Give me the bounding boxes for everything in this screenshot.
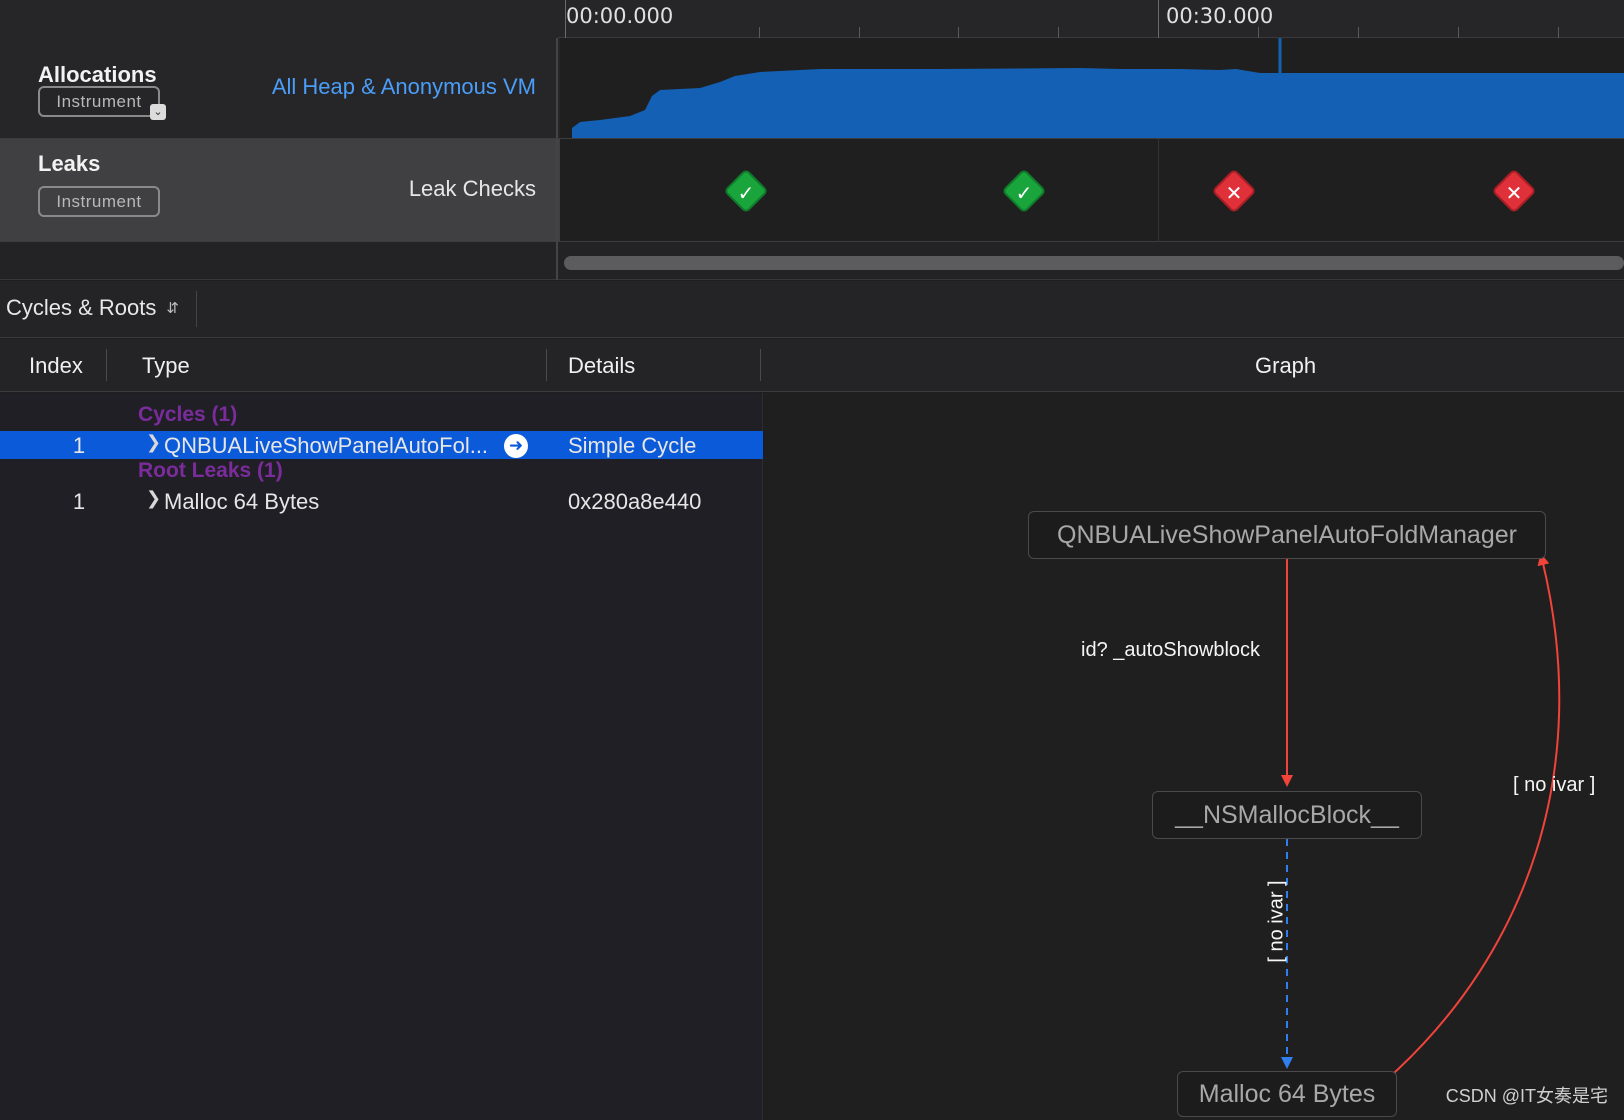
scroll-row-spacer	[0, 242, 558, 280]
allocations-graph-lane[interactable]	[560, 38, 1624, 138]
ruler-tick	[958, 27, 959, 38]
watermark: CSDN @IT女奏是宅	[1445, 1086, 1608, 1106]
edge-label-no-ivar: [ no ivar ]	[1513, 774, 1596, 796]
leak-checks-lane[interactable]: ✓ ✓ ✕ ✕	[560, 139, 1624, 242]
cycle-graph-edges	[1281, 553, 1561, 1074]
divider	[196, 291, 197, 327]
checkmark-icon: ✓	[737, 182, 755, 205]
row-type: QNBUALiveShowPanelAutoFol...	[164, 433, 489, 458]
checkmark-icon: ✓	[1015, 182, 1033, 205]
ruler-tick	[1558, 27, 1559, 38]
edge-label-autoshowblock: id? _autoShowblock	[1081, 639, 1261, 661]
table-header: Index Type Details Graph	[0, 339, 1624, 392]
column-header-details[interactable]: Details	[568, 353, 635, 379]
ruler-tick	[759, 27, 760, 38]
leaks-track-info[interactable]: Leaks Instrument Leak Checks	[0, 139, 558, 241]
detail-jump-bar: Cycles & Roots ⇵	[0, 281, 1624, 338]
row-index: 1	[72, 433, 86, 458]
instrument-badge[interactable]: Instrument	[38, 186, 160, 217]
ruler-label-30s: 00:30.000	[1166, 4, 1274, 28]
track-name: Allocations	[38, 62, 157, 87]
ruler-tick	[1258, 27, 1259, 38]
chevron-down-icon[interactable]: ⌄	[150, 104, 166, 120]
disclosure-chevron-icon[interactable]: ❯	[146, 432, 161, 453]
allocations-track-info[interactable]: Allocations Instrument All Heap & Anonym…	[0, 38, 558, 138]
lane-gridline	[1158, 139, 1159, 242]
go-to-arrow-icon[interactable]: ➜	[504, 434, 528, 458]
column-header-graph: Graph	[1255, 353, 1317, 378]
up-down-chevron-icon: ⇵	[166, 300, 179, 317]
row-type: Malloc 64 Bytes	[164, 489, 320, 514]
column-separator[interactable]	[760, 349, 761, 381]
x-mark-icon: ✕	[1225, 182, 1243, 205]
timeline-ruler[interactable]: 00:00.000 00:30.000	[0, 0, 1624, 38]
view-selector-label: Cycles & Roots	[6, 295, 157, 320]
ruler-tick	[859, 27, 860, 38]
ruler-tick	[1358, 27, 1359, 38]
graph-node-malloc[interactable]: Malloc 64 Bytes	[1177, 1071, 1397, 1117]
leak-check-marker[interactable]: ✓	[1001, 168, 1047, 214]
group-header-root-leaks: Root Leaks (1)	[138, 459, 283, 482]
ruler-tick	[1458, 27, 1459, 38]
allocations-graph	[572, 38, 1624, 138]
group-header-cycles: Cycles (1)	[138, 403, 238, 426]
row-index: 1	[72, 489, 86, 514]
row-details: Simple Cycle	[568, 433, 697, 458]
view-selector[interactable]: Cycles & Roots ⇵	[6, 295, 179, 321]
ruler-label-start: 00:00.000	[566, 4, 674, 28]
graph-node-block[interactable]: __NSMallocBlock__	[1152, 791, 1422, 839]
timeline-scrollbar[interactable]	[564, 256, 1624, 270]
allocations-track[interactable]: Allocations Instrument All Heap & Anonym…	[0, 38, 1624, 139]
column-header-index[interactable]: Index	[29, 353, 83, 379]
column-separator[interactable]	[546, 349, 547, 381]
leak-check-marker[interactable]: ✕	[1491, 168, 1537, 214]
ruler-tick	[1058, 27, 1059, 38]
track-subtitle[interactable]: All Heap & Anonymous VM	[272, 74, 536, 100]
ruler-spacer	[0, 0, 558, 38]
leaks-track[interactable]: Leaks Instrument Leak Checks ✓ ✓ ✕ ✕	[0, 139, 1624, 242]
ruler-major-tick	[1158, 0, 1159, 38]
table-row[interactable]: 1 ❯ Malloc 64 Bytes 0x280a8e440	[0, 487, 763, 515]
column-header-type[interactable]: Type	[142, 353, 190, 379]
track-name: Leaks	[38, 151, 101, 176]
track-subtitle: Leak Checks	[408, 176, 536, 201]
disclosure-chevron-icon[interactable]: ❯	[146, 488, 161, 509]
row-details: 0x280a8e440	[568, 489, 702, 514]
instrument-badge[interactable]: Instrument	[38, 86, 160, 117]
table-row[interactable]: 1 ❯ QNBUALiveShowPanelAutoFol... ➜ Simpl…	[0, 431, 763, 459]
leaks-outline[interactable]: Cycles (1) 1 ❯ QNBUALiveShowPanelAutoFol…	[0, 393, 763, 1120]
edge-label-no-ivar: [ no ivar ]	[1265, 880, 1288, 963]
cycle-graph[interactable]: QNBUALiveShowPanelAutoFoldManager __NSMa…	[764, 393, 1624, 1120]
timeline-scroll-row	[0, 242, 1624, 280]
leak-check-marker[interactable]: ✕	[1211, 168, 1257, 214]
graph-node-manager[interactable]: QNBUALiveShowPanelAutoFoldManager	[1028, 511, 1546, 559]
column-separator[interactable]	[106, 349, 107, 381]
leak-check-marker[interactable]: ✓	[723, 168, 769, 214]
x-mark-icon: ✕	[1505, 182, 1523, 205]
